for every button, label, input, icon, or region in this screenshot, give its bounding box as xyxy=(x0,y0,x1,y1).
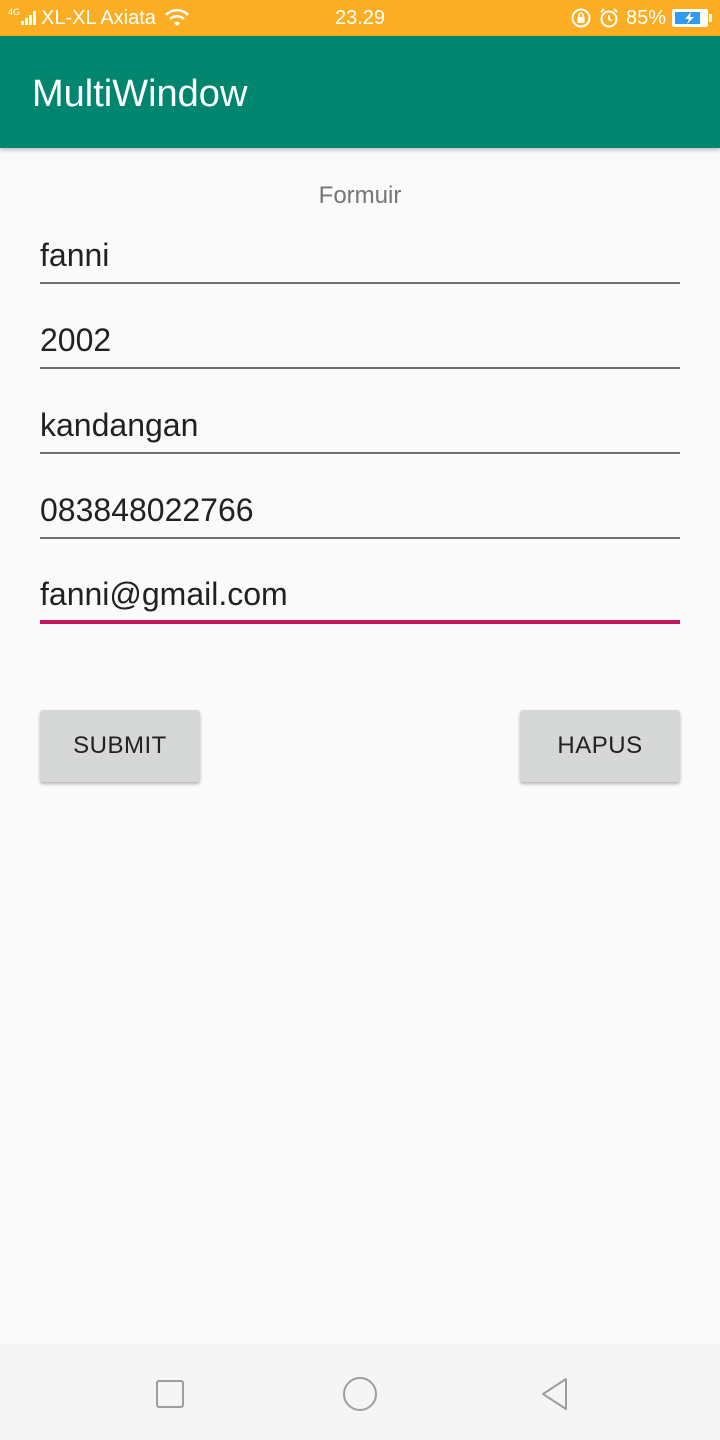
phone-field[interactable] xyxy=(40,483,680,539)
charging-bolt-icon xyxy=(685,12,694,24)
home-button[interactable] xyxy=(338,1372,382,1416)
battery-tip xyxy=(709,14,712,22)
address-field[interactable] xyxy=(40,398,680,454)
clear-button[interactable]: HAPUS xyxy=(520,710,680,782)
navigation-bar xyxy=(0,1344,720,1440)
alarm-icon xyxy=(600,8,618,28)
app-bar: MultiWindow xyxy=(0,36,720,148)
battery-percent: 85% xyxy=(625,6,666,29)
recents-icon xyxy=(156,1380,184,1408)
name-field[interactable] xyxy=(40,228,680,284)
status-bar: 4G XL-XL Axiata 23.29 85% xyxy=(0,0,720,36)
rotation-lock-icon xyxy=(571,8,591,28)
form-heading: Formuir xyxy=(318,182,402,209)
home-icon xyxy=(343,1377,377,1411)
battery-charging-icon xyxy=(672,9,708,27)
status-right: 85% xyxy=(570,0,712,36)
year-field[interactable] xyxy=(40,313,680,369)
back-button[interactable] xyxy=(532,1372,576,1416)
submit-button[interactable]: SUBMIT xyxy=(40,710,200,782)
back-icon xyxy=(542,1378,567,1410)
recents-button[interactable] xyxy=(148,1372,192,1416)
email-field[interactable] xyxy=(40,568,680,624)
app-title: MultiWindow xyxy=(32,73,248,115)
